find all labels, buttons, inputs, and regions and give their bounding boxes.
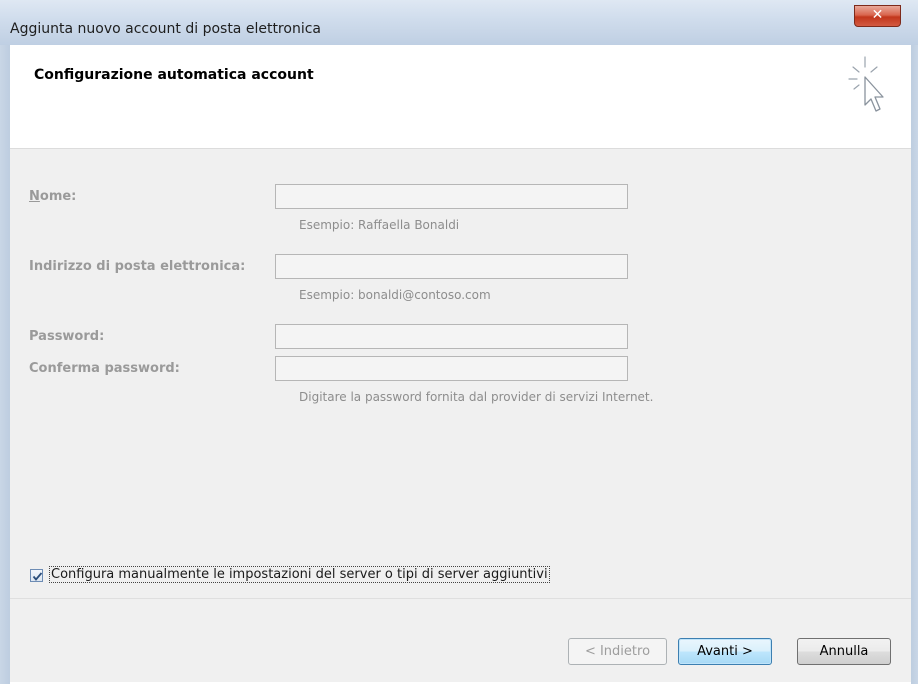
password-hint: Digitare la password fornita dal provide… [299, 390, 654, 404]
checkmark-icon [32, 572, 43, 581]
manual-config-checkbox[interactable] [30, 569, 43, 582]
manual-config-label[interactable]: Configura manualmente le impostazioni de… [49, 566, 550, 583]
close-button[interactable]: ✕ [854, 5, 901, 27]
window-title: Aggiunta nuovo account di posta elettron… [10, 21, 321, 37]
name-label: Nome: [29, 189, 76, 204]
dialog-header: Configurazione automatica account [10, 45, 911, 149]
name-field[interactable] [275, 184, 628, 209]
password-field[interactable] [275, 324, 628, 349]
dialog-window: Aggiunta nuovo account di posta elettron… [0, 0, 918, 684]
title-bar[interactable]: Aggiunta nuovo account di posta elettron… [0, 0, 918, 46]
back-button[interactable]: < Indietro [568, 638, 667, 665]
name-label-text: ome: [39, 189, 77, 204]
window-frame-right [911, 45, 918, 684]
confirm-password-label: Conferma password: [29, 361, 180, 376]
next-button[interactable]: Avanti > [678, 638, 772, 665]
name-label-mnemonic: N [29, 189, 40, 204]
password-label: Password: [29, 329, 105, 344]
email-field[interactable] [275, 254, 628, 279]
page-title: Configurazione automatica account [34, 67, 314, 83]
cancel-button[interactable]: Annulla [797, 638, 891, 665]
close-icon: ✕ [871, 7, 884, 23]
name-example: Esempio: Raffaella Bonaldi [299, 218, 460, 232]
window-frame-left [0, 45, 10, 684]
email-example: Esempio: bonaldi@contoso.com [299, 288, 491, 302]
confirm-password-field[interactable] [275, 356, 628, 381]
dialog-footer [10, 598, 911, 682]
email-label: Indirizzo di posta elettronica: [29, 259, 246, 274]
cursor-sparkle-icon [848, 56, 884, 112]
